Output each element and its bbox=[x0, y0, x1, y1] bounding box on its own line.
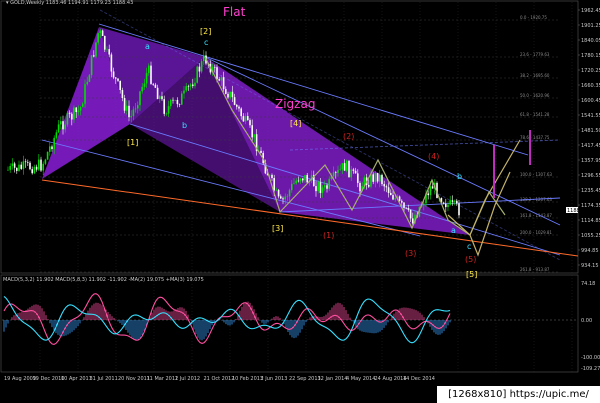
macd-tick: -109.27 bbox=[581, 366, 600, 372]
flat-label: Flat bbox=[223, 5, 246, 19]
wave-iii-label: (3) bbox=[405, 249, 416, 258]
price-tick: 1660.35 bbox=[581, 83, 600, 89]
price-tick: 1235.45 bbox=[581, 188, 600, 194]
wave-a2-label: a bbox=[451, 226, 456, 235]
fib-label: 200.0 - 1029.81 bbox=[520, 230, 552, 235]
wave-ii-label: (2) bbox=[343, 132, 354, 141]
date-tick: 1 Jul 2012 bbox=[175, 376, 200, 382]
date-tick: 10 Feb 2013 bbox=[232, 376, 263, 382]
fib-label: 50.0 - 1620.96 bbox=[520, 93, 550, 98]
wave-iv-label: (4) bbox=[428, 152, 439, 161]
wave-i-label: (1) bbox=[323, 231, 334, 240]
macd-axis: 74.18 0.00 -100.00 -109.27 bbox=[581, 281, 600, 372]
macd-tick: 0.00 bbox=[581, 318, 592, 324]
wave-5-label: [5] bbox=[466, 270, 477, 279]
price-axis: 1962.45 1901.25 1840.05 1780.15 1720.25 1660.… bbox=[578, 8, 600, 269]
price-tick: 1114.85 bbox=[581, 218, 600, 224]
date-tick: 11 Mar 2012 bbox=[147, 376, 179, 382]
fib-label: 23.6 - 1779.63 bbox=[520, 52, 550, 57]
macd-tick: -100.00 bbox=[581, 355, 600, 361]
macd-header: MACD(5,3,2) 11.902 MACD(5,8,3) 11.902 -1… bbox=[3, 277, 204, 283]
date-tick: 24 Aug 2014 bbox=[375, 376, 407, 382]
wave-v-label: (5) bbox=[465, 255, 476, 264]
wave-a-label: a bbox=[145, 42, 150, 51]
macd-tick: 74.18 bbox=[581, 281, 595, 287]
wave-c-label: c bbox=[204, 38, 208, 47]
price-tick: 1901.25 bbox=[581, 23, 600, 29]
price-chart[interactable]: 0.0 - 1920.75 23.6 - 1779.63 38.2 - 1695.6… bbox=[0, 0, 600, 403]
price-tick: 1600.45 bbox=[581, 98, 600, 104]
wave-3-label: [3] bbox=[272, 224, 283, 233]
price-tick: 994.85 bbox=[581, 248, 599, 254]
price-tick: 1357.95 bbox=[581, 158, 600, 164]
fib-label: 38.2 - 1695.60 bbox=[520, 73, 550, 78]
date-tick: 19 Aug 2009 bbox=[4, 376, 36, 382]
price-tick: 1296.55 bbox=[581, 173, 600, 179]
date-tick: 10 Apr 2011 bbox=[61, 376, 92, 382]
date-tick: 21 Oct 2012 bbox=[204, 376, 235, 382]
date-tick: 4 May 2014 bbox=[346, 376, 375, 382]
date-tick: 12 Jan 2014 bbox=[318, 376, 348, 382]
date-axis: 19 Aug 200919 Dec 201010 Apr 201131 Jul … bbox=[4, 376, 435, 382]
price-tick: 1962.45 bbox=[581, 8, 600, 14]
price-tick: 1541.55 bbox=[581, 113, 600, 119]
current-price-label: 1188.43 bbox=[567, 208, 588, 214]
macd-indicator bbox=[2, 293, 578, 345]
macd-panel-frame bbox=[0, 274, 579, 373]
wave-4-label: [4] bbox=[290, 119, 301, 128]
date-tick: 20 Nov 2011 bbox=[118, 376, 150, 382]
wave-c2-label: c bbox=[467, 242, 471, 251]
fib-label: 100.0 - 1307.63 bbox=[520, 172, 552, 177]
date-tick: 2 Jun 2013 bbox=[261, 376, 288, 382]
fib-label: 0.0 - 1920.75 bbox=[520, 15, 547, 20]
price-tick: 1481.50 bbox=[581, 128, 600, 134]
zigzag-label: Zigzag bbox=[275, 97, 315, 111]
date-tick: 14 Dec 2014 bbox=[403, 376, 435, 382]
watermark: [1268x810] https://upic.me/ bbox=[437, 386, 600, 403]
price-tick: 1055.25 bbox=[581, 233, 600, 239]
price-tick: 1780.15 bbox=[581, 53, 600, 59]
date-tick: 31 Jul 2011 bbox=[90, 376, 118, 382]
wave-b-label: b bbox=[182, 121, 187, 130]
price-tick: 1720.25 bbox=[581, 68, 600, 74]
wave-2-label: [2] bbox=[200, 27, 211, 36]
date-tick: 22 Sep 2013 bbox=[289, 376, 321, 382]
price-tick: 934.15 bbox=[581, 263, 599, 269]
fib-label: 261.8 - 913.87 bbox=[520, 267, 550, 272]
price-tick: 1417.45 bbox=[581, 143, 600, 149]
wave-1-label: [1] bbox=[127, 138, 138, 147]
fib-label: 78.6 - 1437.75 bbox=[520, 135, 550, 140]
fib-label: 61.8 - 1541.28 bbox=[520, 112, 550, 117]
wave-b2-label: b bbox=[457, 172, 462, 181]
price-tick: 1840.05 bbox=[581, 38, 600, 44]
date-tick: 19 Dec 2010 bbox=[33, 376, 65, 382]
